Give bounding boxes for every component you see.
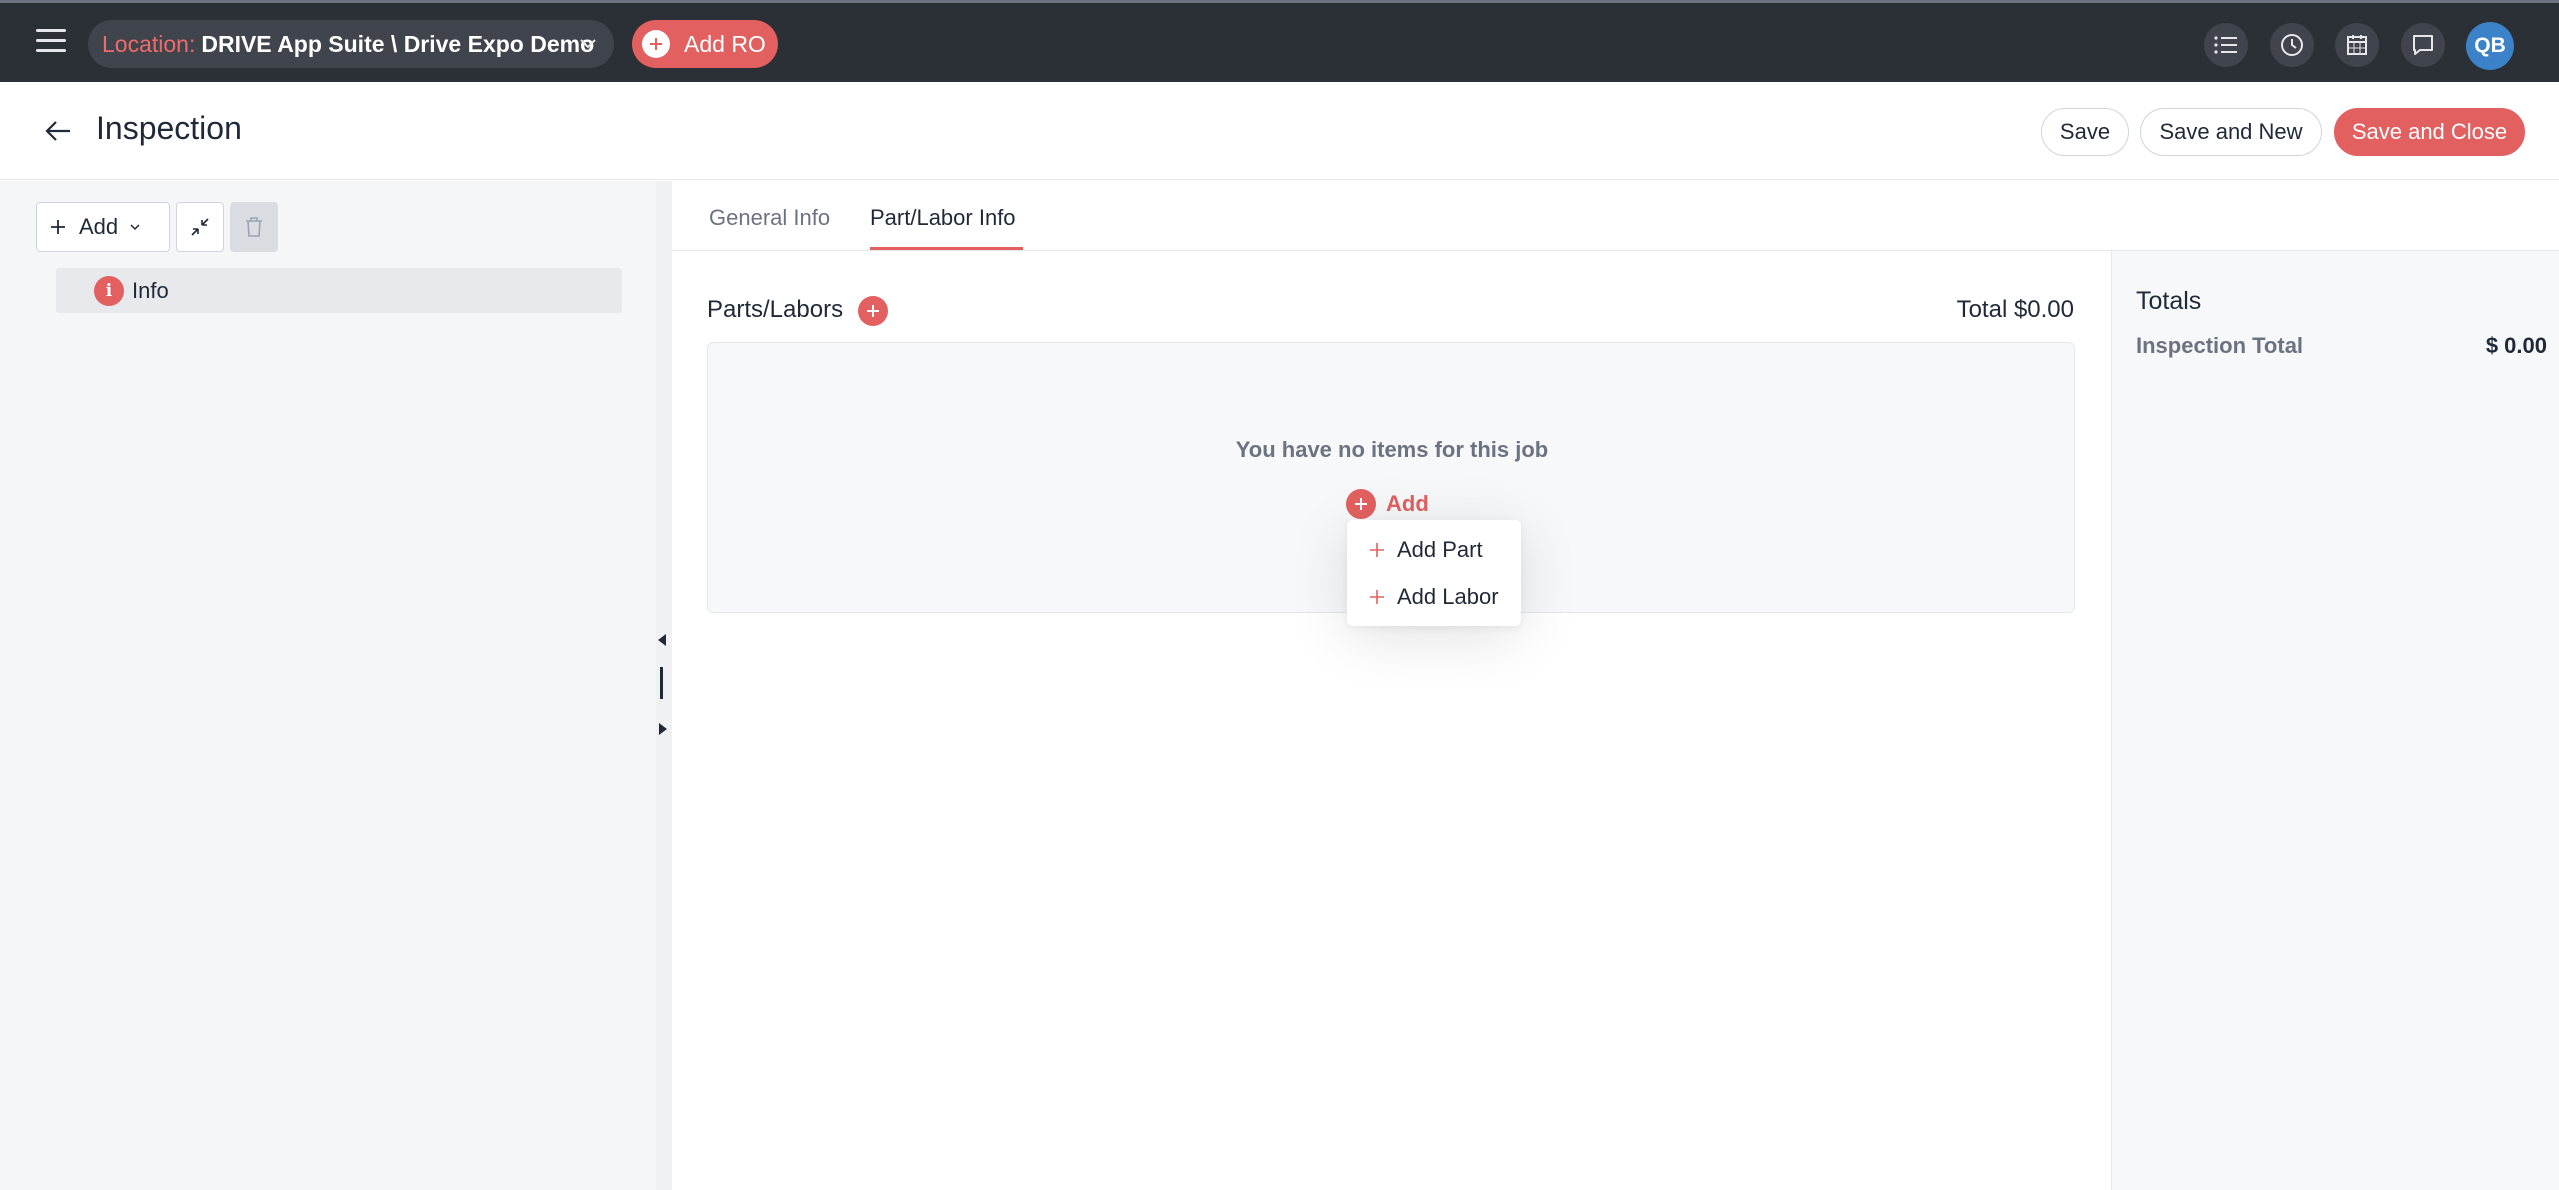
totals-panel: Totals Inspection Total $ 0.00 <box>2111 251 2559 1190</box>
parts-total: Total $0.00 <box>1956 296 2074 323</box>
add-dropdown-button[interactable]: Add <box>36 202 170 252</box>
save-and-close-button[interactable]: Save and Close <box>2334 108 2525 156</box>
expand-right-icon[interactable] <box>659 723 667 735</box>
hamburger-menu-icon[interactable] <box>36 29 66 55</box>
add-part-labor-button[interactable] <box>858 296 888 326</box>
menu-item-add-part[interactable]: Add Part <box>1369 530 1483 570</box>
clock-icon <box>2281 34 2303 56</box>
resize-handle[interactable] <box>660 667 663 699</box>
chat-icon <box>2413 35 2433 55</box>
empty-add-button[interactable]: Add <box>1346 489 1429 519</box>
chevron-down-icon <box>130 224 140 231</box>
list-icon <box>2214 36 2237 54</box>
user-avatar[interactable]: QB <box>2466 22 2514 70</box>
location-selector[interactable]: Location: DRIVE App Suite \ Drive Expo D… <box>88 20 614 68</box>
panel-splitter <box>656 181 672 1190</box>
page-header: Inspection Save Save and New Save and Cl… <box>0 82 2559 180</box>
back-arrow-icon[interactable] <box>44 118 72 144</box>
parts-labors-title: Parts/Labors <box>707 296 844 323</box>
plus-circle-icon <box>642 30 670 58</box>
delete-button[interactable] <box>230 202 278 252</box>
list-button[interactable] <box>2204 23 2248 67</box>
tree-item-label: Info <box>132 277 169 303</box>
totals-title: Totals <box>2136 287 2202 315</box>
info-icon: i <box>94 275 124 306</box>
save-and-new-button[interactable]: Save and New <box>2140 108 2322 156</box>
tab-part-labor-info[interactable]: Part/Labor Info <box>870 205 1016 231</box>
location-label: Location: <box>102 30 196 57</box>
collapse-left-icon[interactable] <box>658 634 666 646</box>
calendar-icon <box>2347 35 2367 55</box>
collapse-icon <box>191 218 209 236</box>
save-button[interactable]: Save <box>2041 108 2129 156</box>
tab-bar: General Info Part/Labor Info <box>672 181 2559 251</box>
menu-item-add-labor[interactable]: Add Labor <box>1369 577 1499 617</box>
collapse-all-button[interactable] <box>176 202 224 252</box>
plus-icon <box>51 220 65 234</box>
plus-icon <box>1370 590 1384 604</box>
active-tab-indicator <box>870 247 1023 250</box>
page-title: Inspection <box>96 110 242 146</box>
inspection-total-label: Inspection Total <box>2136 333 2304 358</box>
add-menu-dropdown: Add Part Add Labor <box>1347 520 1521 626</box>
chevron-down-icon <box>580 39 596 49</box>
left-tree-panel: Add i Info <box>0 181 656 1190</box>
inspection-total-value: $ 0.00 <box>2485 333 2547 358</box>
plus-circle-icon <box>1346 489 1376 519</box>
empty-message: You have no items for this job <box>1235 437 1549 462</box>
location-value: DRIVE App Suite \ Drive Expo Demo <box>201 30 595 57</box>
trash-icon <box>246 217 262 237</box>
clock-button[interactable] <box>2270 23 2314 67</box>
chat-button[interactable] <box>2401 23 2445 67</box>
tree-item-info[interactable]: i Info <box>56 268 622 313</box>
add-ro-button[interactable]: Add RO <box>632 20 778 68</box>
tab-general-info[interactable]: General Info <box>709 205 830 231</box>
plus-icon <box>1370 543 1384 557</box>
add-ro-label: Add RO <box>684 30 766 57</box>
menu-item-label: Add Labor <box>1397 584 1499 609</box>
menu-item-label: Add Part <box>1397 537 1483 562</box>
top-nav-bar: Location: DRIVE App Suite \ Drive Expo D… <box>0 0 2559 82</box>
add-dropdown-label: Add <box>79 214 119 239</box>
empty-add-label: Add <box>1386 491 1429 516</box>
calendar-button[interactable] <box>2335 23 2379 67</box>
